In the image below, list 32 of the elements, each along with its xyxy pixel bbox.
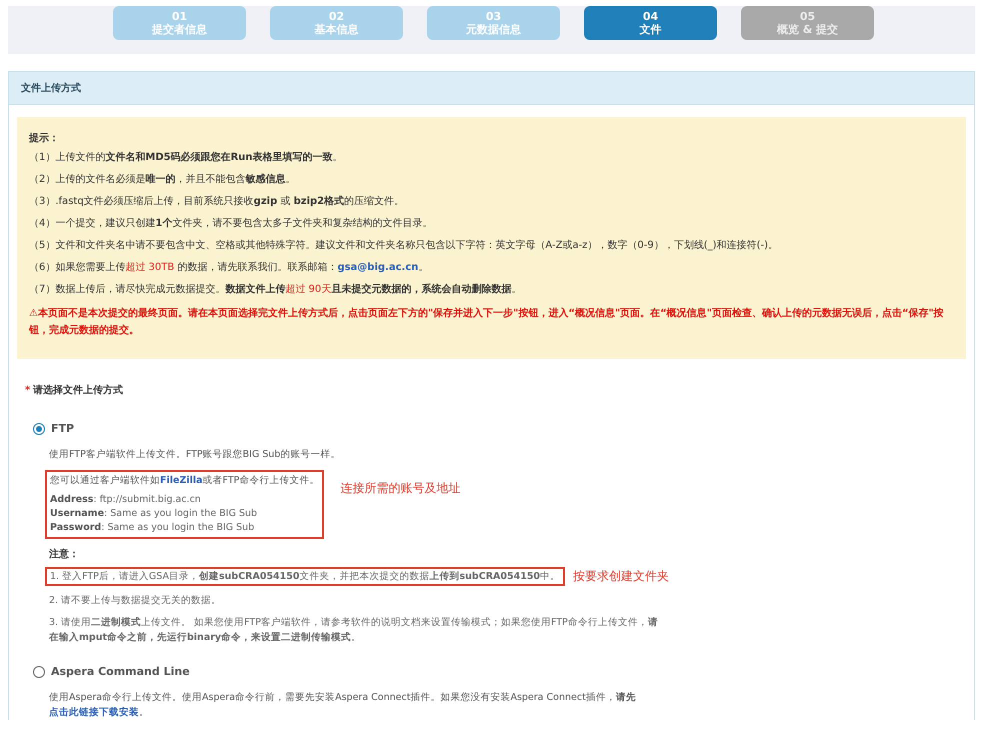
radio-button[interactable] [33,666,45,678]
notice-item: （2）上传的文件名必须是唯一的，并且不能包含敏感信息。 [29,173,296,186]
warning-text: ⚠本页面不是本次提交的最终页面。请在本页面选择完文件上传方式后，点击页面左下方的"保存并进入下一步"按钮，进入“概况信息"页面。在“概况信息"页面检查、确认上传的元数据无误后，点击“保存"按钮，完成元数据的提交。 [29,306,945,338]
note-item: 3. 请使用二进制模式上传文件。 如果您使用FTP客户端软件，请参考软件的说明文档来设置传输模式；如果您使用FTP命令行上传文件，请在输入mput命令之前，先运行binary命令，来设置二进制传输模式。 [49,616,659,645]
connection-detail: Password: Same as you login the BIG Sub [50,521,256,535]
notice-item: （4）一个提交，建议只创建1个文件夹，请不要包含太多子文件夹和复杂结构的文件目录。 [29,217,434,230]
annotation-note: 连接所需的账号及地址 [340,480,460,497]
radio-button[interactable] [33,422,45,434]
annotation-note: 按要求创建文件夹 [573,568,670,585]
notice-heading: 提示： [29,132,60,145]
connection-detail: Address: ftp://submit.big.ac.cn [50,493,202,507]
notice-item: （7）数据上传后，请尽快完成元数据提交。数据文件上传超过 90天且未提交元数据的，系统会自动删除数据。 [29,283,522,296]
connection-detail: Username: Same as you login the BIG Sub [50,507,258,521]
option-label[interactable]: Aspera Command Line [51,665,190,678]
download-link[interactable]: 点击此链接下载安装 [49,707,139,718]
panel-title: 文件上传方式 [9,72,974,105]
client-intro: 您可以通过客户端软件如 FileZilla或者FTP命令行上传文件。 [50,474,320,487]
note-item: 2. 请不要上传与数据提交无关的数据。 [49,594,222,608]
filezilla-link[interactable]: FileZilla [160,475,203,486]
option-description: 使用FTP客户端软件上传文件。FTP账号跟您BIG Sub的账号一样。 [49,448,342,462]
question-label: 请选择文件上传方式 [33,385,124,396]
notice-item: （5）文件和文件夹名中请不要包含中文、空格或其他特殊字符。建议文件和文件夹名称只包含以下字符：英文字母（A-Z或a-z），数字（0-9），下划线(_)和连接符(-)。 [29,239,779,252]
option-label[interactable]: FTP [51,422,74,435]
note-item: 1. 登入FTP后，请进入GSA目录，创建subCRA054150文件夹，并把本次提交的数据上传到subCRA054150中。 [45,567,566,586]
step-tab[interactable]: 04 文件 [584,6,717,40]
notes-heading: 注意： [49,547,80,561]
required-mark: * [25,385,30,396]
option-description: 使用Aspera命令行上传文件。使用Aspera命令行前，需要先安装Aspera Connect插件。如果您没有安装Aspera Connect插件，请先 点击此链接下载安装。 [49,691,637,720]
notice-item: （1）上传文件的文件名和MD5码必须跟您在Run表格里填写的一致。 [29,151,344,164]
notice-item: （6）如果您需要上传超过 30TB 的数据，请先联系我们。联系邮箱：gsa@big.ac.cn。 [29,261,430,274]
email-link[interactable]: gsa@big.ac.cn [337,262,418,273]
notice-item: （3）.fastq文件必须压缩后上传，目前系统只接收gzip 或 bzip2格式的压缩文件。 [29,195,406,208]
